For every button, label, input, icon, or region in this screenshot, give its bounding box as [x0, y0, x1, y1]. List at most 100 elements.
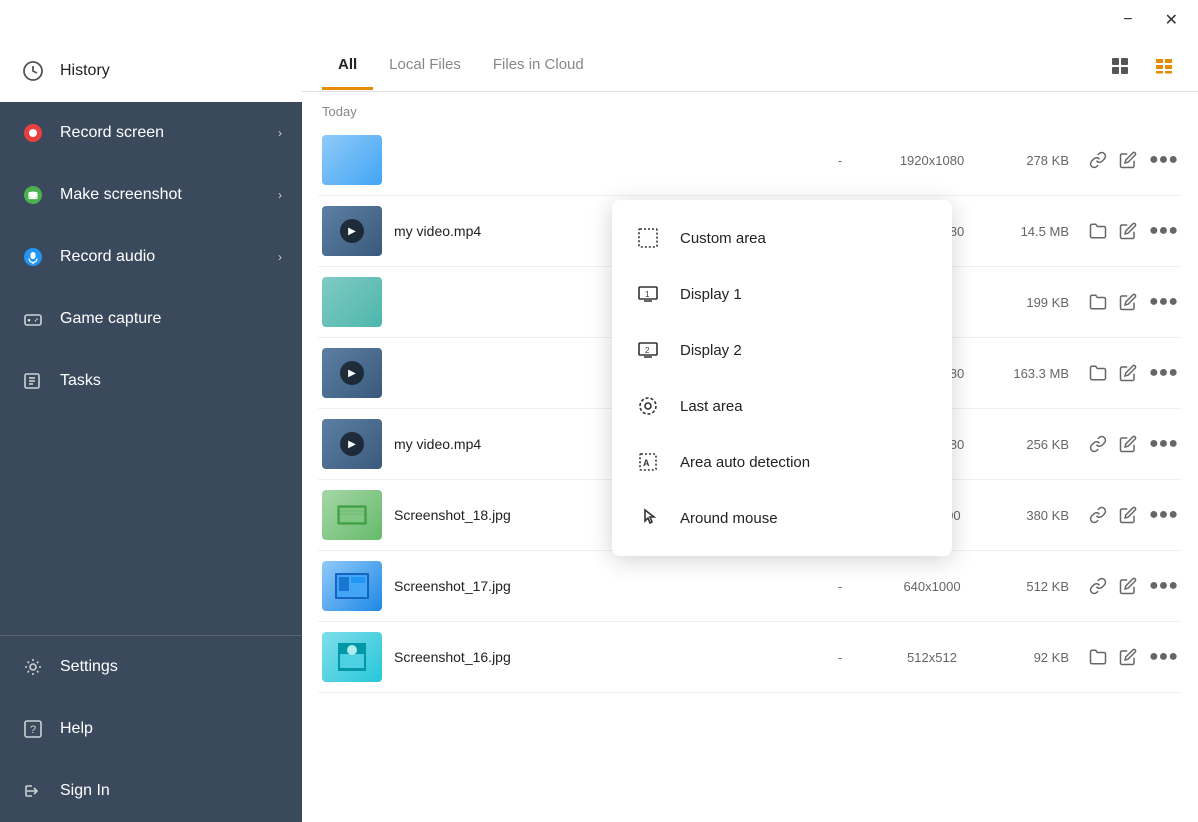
sidebar-item-audio-label: Record audio: [60, 248, 155, 266]
sidebar-item-tasks-label: Tasks: [60, 372, 101, 390]
sidebar-item-record-screen[interactable]: Record screen ›: [0, 102, 302, 164]
file-duration: -: [805, 579, 875, 594]
more-icon[interactable]: ●●●: [1149, 648, 1178, 666]
edit-icon[interactable]: [1119, 506, 1137, 524]
dropdown-item-custom-area[interactable]: Custom area: [612, 210, 952, 266]
file-resolution: 640x1000: [887, 579, 977, 594]
dropdown-item-around-mouse[interactable]: Around mouse: [612, 490, 952, 546]
file-actions: ●●●: [1089, 435, 1178, 453]
sidebar-bottom: Settings ? Help: [0, 635, 302, 822]
dropdown-item-area-auto-label: Area auto detection: [680, 454, 810, 471]
grid-view-button[interactable]: [1106, 52, 1134, 80]
tasks-icon: [20, 368, 46, 394]
sidebar-item-record-screen-label: Record screen: [60, 124, 164, 142]
sidebar-spacer: [0, 412, 302, 635]
more-icon[interactable]: ●●●: [1149, 151, 1178, 169]
edit-icon[interactable]: [1119, 151, 1137, 169]
file-name: Screenshot_17.jpg: [394, 578, 793, 594]
tab-all[interactable]: All: [322, 42, 373, 90]
dropdown-item-display-2[interactable]: 2 Display 2: [612, 322, 952, 378]
sidebar-item-game-label: Game capture: [60, 310, 161, 328]
file-row: Screenshot_17.jpg - 640x1000 512 KB: [318, 551, 1182, 622]
file-thumbnail: [322, 490, 382, 540]
auto-detect-icon: A: [634, 448, 662, 476]
file-thumbnail: [322, 632, 382, 682]
folder-icon[interactable]: [1089, 222, 1107, 240]
tab-files-in-cloud[interactable]: Files in Cloud: [477, 42, 600, 90]
more-icon[interactable]: ●●●: [1149, 293, 1178, 311]
around-mouse-icon: [634, 504, 662, 532]
file-thumbnail: [322, 561, 382, 611]
file-size: 256 KB: [989, 437, 1069, 452]
more-icon[interactable]: ●●●: [1149, 222, 1178, 240]
edit-icon[interactable]: [1119, 648, 1137, 666]
svg-text:1: 1: [645, 290, 650, 299]
link-icon[interactable]: [1089, 506, 1107, 524]
chevron-right-icon: ›: [278, 188, 282, 202]
sidebar-item-help-label: Help: [60, 720, 93, 738]
sidebar-item-screenshot[interactable]: Make screenshot ›: [0, 164, 302, 226]
edit-icon[interactable]: [1119, 364, 1137, 382]
link-icon[interactable]: [1089, 435, 1107, 453]
file-actions: ●●●: [1089, 648, 1178, 666]
tab-local-files[interactable]: Local Files: [373, 42, 477, 90]
sidebar: History Record screen ›: [0, 40, 302, 822]
sidebar-item-history-label: History: [60, 62, 110, 80]
game-icon: [20, 306, 46, 332]
folder-icon[interactable]: [1089, 364, 1107, 382]
minimize-button[interactable]: −: [1115, 7, 1140, 33]
edit-icon[interactable]: [1119, 222, 1137, 240]
record-icon: [20, 120, 46, 146]
close-button[interactable]: ✕: [1157, 6, 1186, 34]
folder-icon[interactable]: [1089, 648, 1107, 666]
list-view-button[interactable]: [1150, 52, 1178, 80]
file-actions: ●●●: [1089, 151, 1178, 169]
link-icon[interactable]: [1089, 151, 1107, 169]
more-icon[interactable]: ●●●: [1149, 577, 1178, 595]
dropdown-item-display-1[interactable]: 1 Display 1: [612, 266, 952, 322]
dropdown-item-area-auto[interactable]: A Area auto detection: [612, 434, 952, 490]
dropdown-item-last-area-label: Last area: [680, 398, 743, 415]
file-name: Screenshot_16.jpg: [394, 649, 793, 665]
sidebar-item-history[interactable]: History: [0, 40, 302, 102]
link-icon[interactable]: [1089, 577, 1107, 595]
sidebar-item-help[interactable]: ? Help: [0, 698, 302, 760]
sidebar-item-signin-label: Sign In: [60, 782, 110, 800]
file-duration: -: [805, 650, 875, 665]
folder-icon[interactable]: [1089, 293, 1107, 311]
file-size: 278 KB: [989, 153, 1069, 168]
edit-icon[interactable]: [1119, 293, 1137, 311]
audio-icon: [20, 244, 46, 270]
display1-icon: 1: [634, 280, 662, 308]
file-size: 163.3 MB: [989, 366, 1069, 381]
sidebar-item-audio[interactable]: Record audio ›: [0, 226, 302, 288]
sidebar-item-tasks[interactable]: Tasks: [0, 350, 302, 412]
title-bar: − ✕: [0, 0, 1198, 40]
content-area: All Local Files Files in Cloud: [302, 40, 1198, 822]
file-row: - 1920x1080 278 KB: [318, 125, 1182, 196]
dropdown-item-display2-label: Display 2: [680, 342, 742, 359]
file-resolution: 512x512: [887, 650, 977, 665]
dropdown-item-last-area[interactable]: Last area: [612, 378, 952, 434]
file-actions: ●●●: [1089, 364, 1178, 382]
sidebar-item-settings-label: Settings: [60, 658, 118, 676]
svg-text:?: ?: [30, 724, 36, 736]
dropdown-item-around-mouse-label: Around mouse: [680, 510, 778, 527]
edit-icon[interactable]: [1119, 577, 1137, 595]
more-icon[interactable]: ●●●: [1149, 364, 1178, 382]
sidebar-item-settings[interactable]: Settings: [0, 636, 302, 698]
edit-icon[interactable]: [1119, 435, 1137, 453]
screenshot-icon: [20, 182, 46, 208]
section-today: Today: [318, 92, 1182, 125]
screenshot-dropdown: Custom area 1 Display 1 2: [612, 200, 952, 556]
help-icon: ?: [20, 716, 46, 742]
svg-text:2: 2: [645, 346, 650, 355]
signin-icon: [20, 778, 46, 804]
sidebar-item-signin[interactable]: Sign In: [0, 760, 302, 822]
custom-area-icon: [634, 224, 662, 252]
file-size: 512 KB: [989, 579, 1069, 594]
sidebar-item-game[interactable]: Game capture: [0, 288, 302, 350]
more-icon[interactable]: ●●●: [1149, 506, 1178, 524]
file-actions: ●●●: [1089, 506, 1178, 524]
more-icon[interactable]: ●●●: [1149, 435, 1178, 453]
